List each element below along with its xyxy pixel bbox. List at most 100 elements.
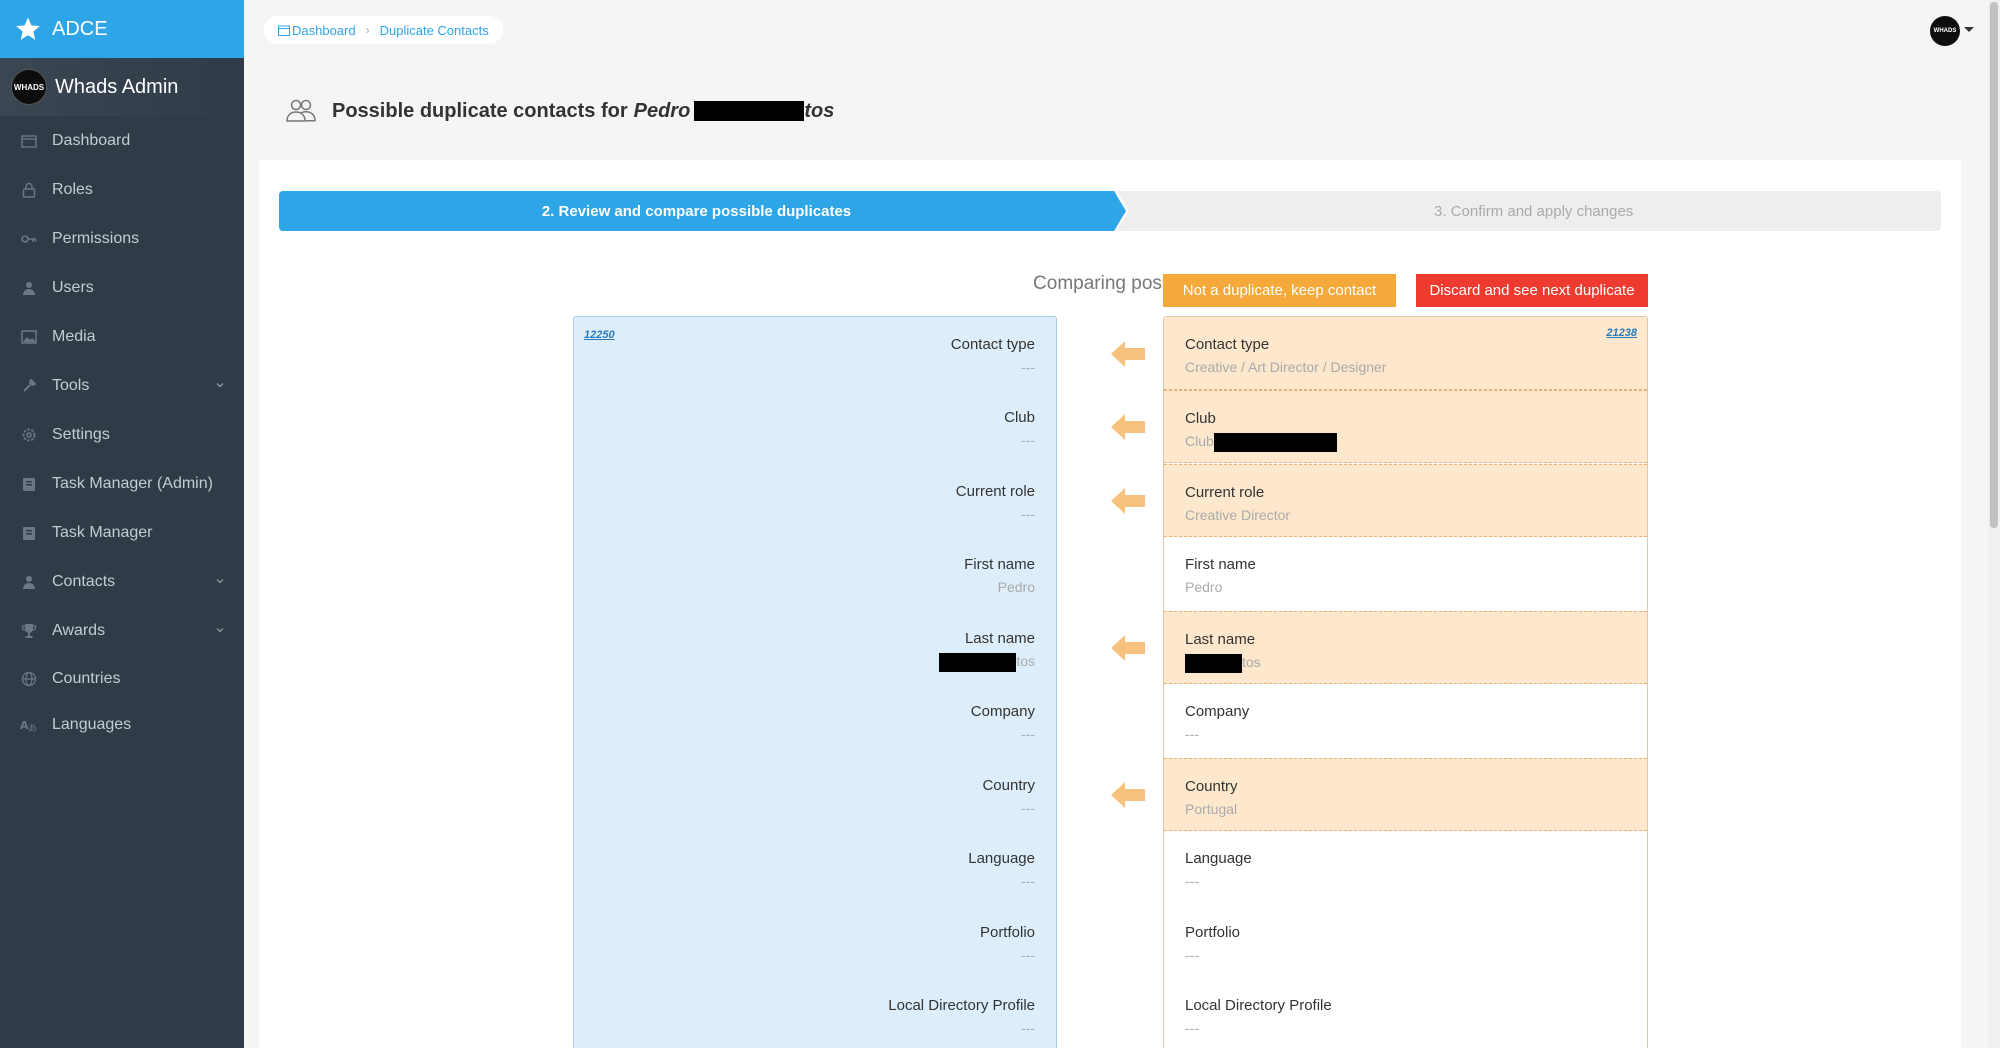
field-label: First name: [1185, 556, 1256, 573]
copy-arrow-club-icon[interactable]: [1111, 414, 1145, 440]
sidebar-item-media[interactable]: Media: [0, 312, 244, 361]
right-field-language: Language ---: [1164, 831, 1647, 904]
right-field-club: Club Club: [1164, 390, 1647, 463]
topbar: Dashboard › Duplicate Contacts WHADS: [244, 0, 2000, 60]
caret-down-icon[interactable]: [1964, 27, 1974, 32]
chevron-down-icon: [216, 579, 224, 584]
redacted-block: [1185, 654, 1242, 673]
field-value: ---: [1021, 1020, 1035, 1036]
sidebar-item-label: Awards: [52, 621, 106, 639]
left-field-last-name: Last name tos: [574, 611, 1056, 684]
sidebar-item-label: Users: [52, 278, 94, 296]
sidebar-item-dashboard[interactable]: Dashboard: [0, 116, 244, 165]
user-icon: [20, 279, 38, 297]
globe-icon: [20, 670, 38, 688]
breadcrumb-separator: ›: [365, 23, 370, 37]
page-title: Possible duplicate contacts for Pedro to…: [284, 96, 834, 126]
sidebar-item-permissions[interactable]: Permissions: [0, 214, 244, 263]
step-review[interactable]: 2. Review and compare possible duplicate…: [279, 191, 1114, 231]
left-field-portfolio: Portfolio ---: [574, 905, 1056, 978]
sidebar-item-tools[interactable]: Tools: [0, 361, 244, 410]
field-value: tos: [1242, 654, 1261, 671]
sidebar-item-users[interactable]: Users: [0, 263, 244, 312]
field-value: ---: [1021, 432, 1035, 448]
field-value: Creative Director: [1185, 507, 1291, 523]
wizard-steps: 3. Confirm and apply changes 2. Review a…: [279, 191, 1941, 231]
right-field-current-role: Current role Creative Director: [1164, 464, 1647, 537]
avatar: WHADS: [11, 69, 47, 105]
field-value-wrap: tos: [574, 653, 1035, 672]
sidebar-item-label: Permissions: [52, 229, 140, 247]
keep-contact-button[interactable]: Not a duplicate, keep contact: [1163, 274, 1396, 307]
sidebar-item-languages[interactable]: Aあ Languages: [0, 702, 244, 747]
field-value: Portugal: [1185, 801, 1238, 817]
user-menu-avatar[interactable]: WHADS: [1930, 16, 1960, 46]
sidebar-item-awards[interactable]: Awards: [0, 606, 244, 655]
left-field-country: Country ---: [574, 758, 1056, 831]
field-label: Local Directory Profile: [1185, 997, 1332, 1014]
tools-icon: [20, 377, 38, 395]
user-block[interactable]: WHADS Whads Admin: [0, 58, 244, 116]
redacted-block: [694, 101, 805, 121]
field-label: Current role: [955, 483, 1035, 500]
user-name: Whads Admin: [55, 75, 179, 98]
key-icon: [20, 230, 38, 248]
field-value: Club: [1185, 433, 1214, 450]
sidebar-item-countries[interactable]: Countries: [0, 655, 244, 702]
field-label: Last name: [964, 630, 1035, 647]
field-value: ---: [1185, 1020, 1199, 1036]
breadcrumb-dashboard-link[interactable]: Dashboard: [292, 23, 356, 38]
breadcrumb: Dashboard › Duplicate Contacts: [264, 16, 503, 44]
field-value: ---: [1021, 359, 1035, 375]
right-contact-id-link[interactable]: 21238: [1606, 327, 1637, 339]
main-panel: 3. Confirm and apply changes 2. Review a…: [259, 160, 1961, 1048]
copy-arrow-last-name-icon[interactable]: [1111, 635, 1145, 661]
field-value: ---: [1021, 947, 1035, 963]
gear-icon: [20, 426, 38, 444]
sidebar-item-label: Contacts: [52, 572, 116, 590]
brand[interactable]: ADCE: [0, 0, 244, 58]
sidebar-item-label: Settings: [52, 425, 110, 443]
users-duplicate-icon: [286, 99, 316, 122]
field-value: Creative / Art Director / Designer: [1185, 359, 1387, 375]
sidebar-item-contacts[interactable]: Contacts: [0, 557, 244, 606]
copy-arrow-country-icon[interactable]: [1111, 782, 1145, 808]
redacted-block: [1213, 433, 1337, 452]
breadcrumb-current-link[interactable]: Duplicate Contacts: [380, 23, 489, 38]
copy-arrow-contact-type-icon[interactable]: [1111, 341, 1145, 367]
right-field-company: Company ---: [1164, 684, 1647, 757]
sidebar: ADCE WHADS Whads Admin Dashboard Roles P…: [0, 0, 244, 1048]
sidebar-item-label: Task Manager (Admin): [52, 474, 213, 492]
lock-icon: [20, 181, 38, 199]
scrollbar-thumb[interactable]: [1990, 2, 1998, 528]
sidebar-item-label: Dashboard: [52, 131, 131, 149]
field-label: Country: [982, 777, 1035, 794]
sidebar-item-label: Media: [52, 327, 96, 345]
left-field-contact-type: Contact type ---: [574, 317, 1056, 390]
sidebar-item-task-manager[interactable]: Task Manager: [0, 508, 244, 557]
copy-arrow-current-role-icon[interactable]: [1111, 488, 1145, 514]
field-value-wrap: tos: [1185, 654, 1647, 673]
left-field-club: Club ---: [574, 390, 1056, 463]
field-label: Club: [1004, 409, 1035, 426]
left-field-language: Language ---: [574, 831, 1056, 904]
sidebar-item-settings[interactable]: Settings: [0, 410, 244, 459]
left-field-company: Company ---: [574, 684, 1056, 757]
field-label: Company: [1185, 703, 1250, 720]
left-contact-card: 12250 Contact type --- Club --- Current …: [573, 316, 1057, 1048]
right-field-portfolio: Portfolio ---: [1164, 905, 1647, 978]
field-label: First name: [964, 556, 1035, 573]
sidebar-item-label: Languages: [52, 715, 132, 733]
page-scrollbar[interactable]: [1988, 0, 2000, 1048]
discard-duplicate-button[interactable]: Discard and see next duplicate: [1416, 274, 1648, 307]
sidebar-item-label: Roles: [52, 180, 93, 198]
clipboard-icon: [20, 524, 38, 542]
calendar-icon: [278, 25, 290, 36]
page-title-last-name-suffix: tos: [804, 99, 835, 122]
field-label: Current role: [1185, 484, 1265, 501]
sidebar-nav: Dashboard Roles Permissions Users Media …: [0, 116, 244, 747]
sidebar-item-task-manager-admin[interactable]: Task Manager (Admin): [0, 459, 244, 508]
right-field-country: Country Portugal: [1164, 758, 1647, 831]
sidebar-item-roles[interactable]: Roles: [0, 165, 244, 214]
right-field-last-name: Last name tos: [1164, 611, 1647, 684]
